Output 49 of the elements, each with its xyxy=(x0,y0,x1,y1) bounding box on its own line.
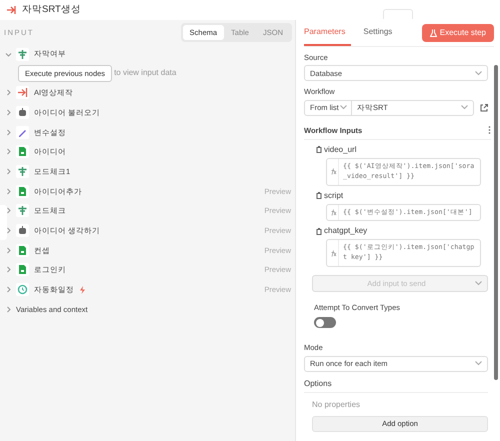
function-icon xyxy=(328,208,336,216)
arrow-icon xyxy=(16,86,29,100)
node-title: 자막SRT생성 xyxy=(22,2,81,17)
switch-icon xyxy=(16,204,29,218)
toggle-switch[interactable] xyxy=(314,317,336,328)
chevron-icon[interactable] xyxy=(4,246,13,255)
chevron-icon[interactable] xyxy=(4,108,13,117)
caret-icon xyxy=(475,281,482,286)
trash-icon[interactable] xyxy=(316,228,322,235)
scrollbar[interactable] xyxy=(494,65,498,380)
trash-icon[interactable] xyxy=(316,192,322,200)
chevron-icon[interactable] xyxy=(4,128,13,137)
empty-text: No properties xyxy=(312,398,362,411)
kebab-menu-icon xyxy=(488,126,491,134)
clock-icon xyxy=(16,283,29,296)
function-icon xyxy=(328,168,336,176)
input-name: script xyxy=(324,190,344,202)
document-icon xyxy=(16,263,29,276)
node-icon xyxy=(6,5,17,15)
input-name: video_url xyxy=(324,144,356,156)
chevron-icon[interactable] xyxy=(4,226,13,236)
caret-icon xyxy=(475,70,482,76)
caret-icon xyxy=(340,105,347,110)
robot-icon xyxy=(16,106,29,119)
drag-handle[interactable] xyxy=(383,9,413,19)
section-heading: Options xyxy=(304,378,332,388)
chevron-icon[interactable] xyxy=(4,304,13,314)
chevron-icon[interactable] xyxy=(4,186,13,196)
chevron-icon[interactable] xyxy=(4,147,13,156)
chevron-icon[interactable] xyxy=(4,265,13,274)
caret-icon xyxy=(461,105,468,110)
switch-icon xyxy=(16,165,29,178)
external-link-icon[interactable] xyxy=(480,104,488,112)
hint-text: to view input data xyxy=(114,67,176,80)
document-icon xyxy=(16,145,29,158)
panel-tab[interactable]: Settings xyxy=(363,20,398,46)
chevron-icon[interactable] xyxy=(4,285,13,294)
caret-icon xyxy=(475,361,482,366)
chevron-icon[interactable] xyxy=(4,167,13,176)
document-icon xyxy=(16,244,29,257)
flask-icon xyxy=(430,29,437,37)
input-name: chatgpt_key xyxy=(324,225,368,238)
chevron-icon[interactable] xyxy=(4,88,13,98)
chevron-icon[interactable] xyxy=(4,206,13,216)
switch-icon xyxy=(16,48,29,61)
trash-icon[interactable] xyxy=(316,146,322,154)
function-icon xyxy=(328,250,336,257)
panel-handle[interactable] xyxy=(0,205,7,240)
document-icon xyxy=(16,184,29,198)
